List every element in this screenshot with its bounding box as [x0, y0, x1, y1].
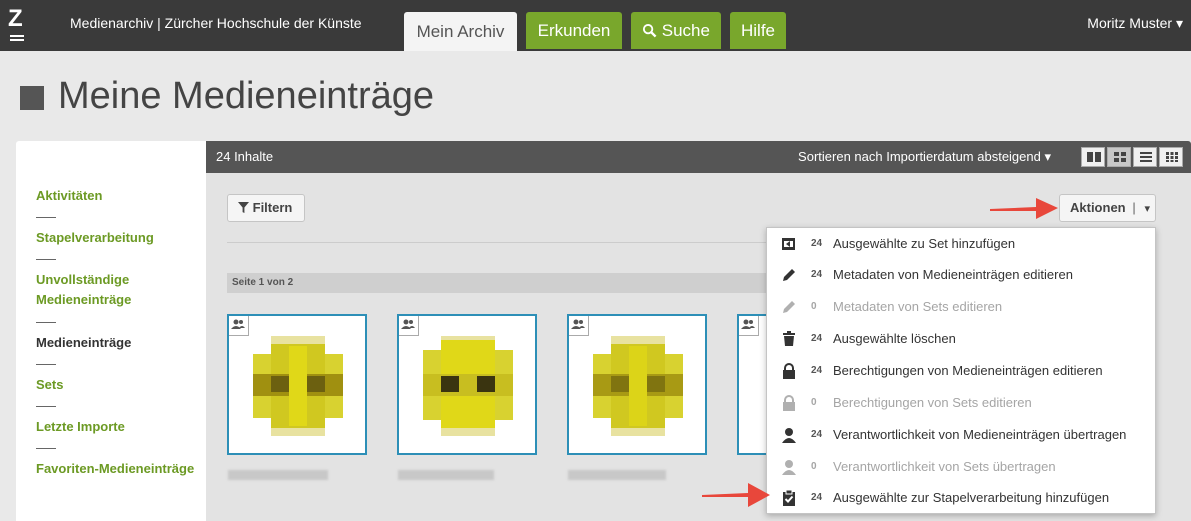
menu-item-add-to-batch[interactable]: 24 Ausgewählte zur Stapelverarbeitung hi… [767, 482, 1155, 514]
tab-label: Hilfe [740, 21, 775, 40]
tiles-large-icon [1087, 152, 1101, 162]
clipboard-check-icon [783, 490, 795, 506]
menu-item-transfer-set-responsibility[interactable]: 0 Verantwortlichkeit von Sets übertragen [767, 451, 1155, 483]
annotation-arrow [990, 198, 1058, 219]
menu-item-edit-media-permissions[interactable]: 24 Berechtigungen von Medieneinträgen ed… [767, 355, 1155, 387]
menu-item-delete[interactable]: 24 Ausgewählte löschen [767, 323, 1155, 355]
logo[interactable]: Z [8, 7, 28, 44]
caret-down-icon: ▾ [1144, 203, 1151, 215]
actions-button[interactable]: Aktionen | ▾ [1059, 194, 1156, 222]
top-bar: Z Medienarchiv | Zürcher Hochschule der … [0, 0, 1191, 51]
tab-label: Erkunden [537, 21, 611, 40]
view-grid-small-button[interactable] [1159, 147, 1183, 167]
actions-menu: 24 Ausgewählte zu Set hinzufügen 24 Meta… [766, 227, 1156, 514]
sidebar: Aktivitäten Stapelverarbeitung Unvollstä… [16, 141, 206, 521]
user-menu[interactable]: Moritz Muster ▾ [1087, 15, 1183, 32]
view-grid-button[interactable] [1107, 147, 1131, 167]
site-title[interactable]: Medienarchiv | Zürcher Hochschule der Kü… [70, 15, 362, 31]
tab-suche[interactable]: Suche [631, 12, 721, 49]
sidebar-item-sets[interactable]: Sets [36, 375, 196, 395]
pencil-icon [783, 269, 795, 281]
grid-icon [1114, 152, 1126, 162]
sidebar-separator [36, 322, 56, 323]
sidebar-item-favoriten[interactable]: Favoriten-Medieneinträge [36, 459, 196, 479]
sidebar-item-aktivitaeten[interactable]: Aktivitäten [36, 186, 196, 206]
grid-small-icon [1166, 152, 1178, 162]
pencil-icon [783, 301, 795, 313]
tab-erkunden[interactable]: Erkunden [526, 12, 622, 49]
sidebar-separator [36, 217, 56, 218]
tab-label: Suche [661, 21, 710, 40]
menu-item-transfer-media-responsibility[interactable]: 24 Verantwortlichkeit von Medieneinträge… [767, 419, 1155, 451]
group-icon [399, 316, 419, 336]
sidebar-item-stapelverarbeitung[interactable]: Stapelverarbeitung [36, 228, 196, 248]
media-preview-image [593, 336, 683, 436]
user-icon [782, 428, 796, 443]
menu-item-edit-set-permissions[interactable]: 0 Berechtigungen von Sets editieren [767, 387, 1155, 419]
actions-label: Aktionen [1070, 200, 1126, 215]
media-caption-blurred [568, 470, 666, 480]
sort-dropdown[interactable]: Sortieren nach Importierdatum absteigend… [798, 149, 1051, 165]
page-title: Meine Medieneinträge [58, 75, 435, 117]
sidebar-item-unvollstaendige[interactable]: Unvollständige Medieneinträge [36, 270, 196, 310]
tab-mein-archiv[interactable]: Mein Archiv [404, 12, 517, 51]
filter-icon [238, 202, 249, 213]
add-to-set-icon [782, 238, 795, 250]
search-icon [642, 23, 657, 38]
view-list-button[interactable] [1133, 147, 1157, 167]
page-indicator: Seite 1 von 2 [227, 273, 767, 293]
menu-item-edit-media-metadata[interactable]: 24 Metadaten von Medieneinträgen editier… [767, 259, 1155, 291]
media-thumbnail[interactable] [397, 314, 537, 455]
sidebar-separator [36, 448, 56, 449]
lock-icon [783, 363, 795, 379]
menu-item-edit-set-metadata[interactable]: 0 Metadaten von Sets editieren [767, 291, 1155, 323]
trash-icon [783, 331, 795, 346]
sidebar-separator [36, 364, 56, 365]
actions-divider: | [1132, 200, 1136, 215]
menu-item-add-to-set[interactable]: 24 Ausgewählte zu Set hinzufügen [767, 228, 1155, 260]
media-preview-image [423, 336, 513, 436]
result-count: 24 Inhalte [216, 149, 274, 164]
filter-button[interactable]: Filtern [227, 194, 305, 222]
group-icon [229, 316, 249, 336]
group-icon [569, 316, 589, 336]
list-icon [1140, 152, 1152, 162]
divider [227, 242, 767, 243]
media-caption-blurred [398, 470, 494, 480]
lock-icon [783, 395, 795, 411]
filter-label: Filtern [252, 200, 293, 215]
media-thumbnail[interactable] [227, 314, 367, 455]
annotation-arrow [702, 483, 770, 507]
group-icon [739, 316, 759, 336]
sidebar-item-medieneintraege[interactable]: Medieneinträge [36, 333, 196, 353]
sidebar-separator [36, 259, 56, 260]
tab-hilfe[interactable]: Hilfe [730, 12, 786, 49]
user-icon [782, 460, 796, 475]
results-bar: 24 Inhalte Sortieren nach Importierdatum… [206, 141, 1191, 173]
sidebar-item-letzte-importe[interactable]: Letzte Importe [36, 417, 196, 437]
media-thumbnail[interactable] [567, 314, 707, 455]
view-switcher [1079, 147, 1183, 167]
logo-bars [10, 35, 24, 43]
media-caption-blurred [228, 470, 328, 480]
square-icon [20, 86, 44, 110]
tab-label: Mein Archiv [416, 22, 505, 41]
media-preview-image [253, 336, 343, 436]
view-tiles-large-button[interactable] [1081, 147, 1105, 167]
page-label: Seite 1 von 2 [232, 277, 294, 288]
sidebar-separator [36, 406, 56, 407]
